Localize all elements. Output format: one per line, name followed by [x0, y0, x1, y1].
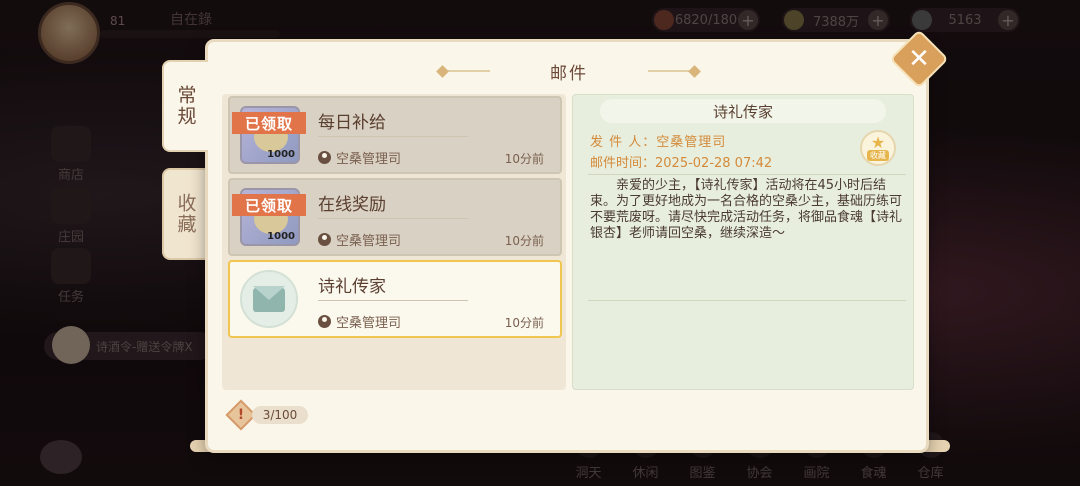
tab-favorites[interactable]: 收藏 — [162, 168, 208, 260]
mail-item-divider — [318, 218, 468, 219]
mail-item-sender-name: 空桑管理司 — [336, 152, 402, 167]
mail-item-title: 每日补给 — [318, 113, 386, 133]
user-icon — [318, 151, 331, 164]
mail-item-shili-chuanjia[interactable]: 诗礼传家 空桑管理司 10分前 — [228, 260, 562, 338]
mail-item-time: 10分前 — [504, 234, 544, 248]
mail-item-sender: 空桑管理司 — [318, 312, 401, 331]
mail-title-bar: 邮件 — [444, 57, 694, 85]
tab-normal[interactable]: 常规 — [162, 60, 208, 152]
detail-title: 诗礼传家 — [600, 99, 886, 123]
favorite-label: 收藏 — [867, 149, 889, 161]
user-icon — [318, 233, 331, 246]
mail-item-online-reward[interactable]: 1000 已领取 在线奖励 空桑管理司 10分前 — [228, 178, 562, 256]
mail-item-daily-supply[interactable]: 1000 已领取 每日补给 空桑管理司 10分前 — [228, 96, 562, 174]
warning-icon: ! — [237, 407, 245, 423]
detail-time: 邮件时间：2025-02-28 07:42 — [590, 156, 773, 171]
mail-item-sender: 空桑管理司 — [318, 230, 401, 249]
favorite-button[interactable]: ★ 收藏 — [860, 130, 896, 166]
claimed-badge: 已领取 — [232, 112, 306, 134]
detail-sender: 发 件 人：空桑管理司 — [590, 135, 727, 150]
reward-qty: 1000 — [267, 231, 295, 242]
mail-item-divider — [318, 300, 468, 301]
detail-divider-bottom — [588, 300, 906, 301]
close-icon[interactable]: ✕ — [898, 38, 940, 80]
mail-item-time: 10分前 — [504, 152, 544, 166]
star-icon: ★ — [870, 132, 886, 152]
mail-item-sender: 空桑管理司 — [318, 148, 401, 167]
detail-divider-top — [588, 174, 906, 175]
envelope-flap-icon — [253, 286, 285, 300]
mail-item-title: 诗礼传家 — [318, 277, 386, 297]
user-icon — [318, 315, 331, 328]
reward-qty: 1000 — [267, 149, 295, 160]
mail-title: 邮件 — [490, 58, 648, 84]
mail-item-sender-name: 空桑管理司 — [336, 234, 402, 249]
mail-item-sender-name: 空桑管理司 — [336, 316, 402, 331]
mail-count: 3/100 — [252, 406, 308, 424]
mail-item-time: 10分前 — [504, 316, 544, 330]
claimed-badge: 已领取 — [232, 194, 306, 216]
detail-body: 亲爱的少主，【诗礼传家】活动将在45小时后结束。为了更好地成为一名合格的空桑少主… — [590, 178, 903, 241]
mail-item-divider — [318, 136, 468, 137]
mail-item-title: 在线奖励 — [318, 195, 386, 215]
